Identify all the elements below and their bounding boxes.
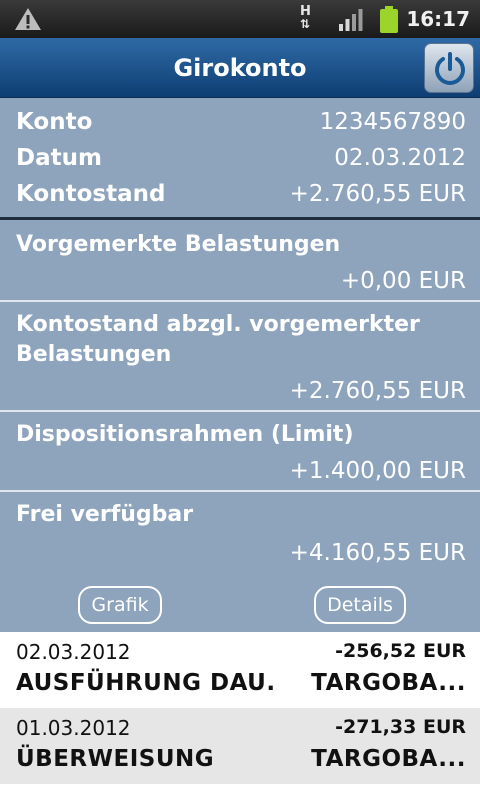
balance-details: Vorgemerkte Belastungen +0,00 EUR Kontos… [0,220,480,632]
pending-charges-label: Vorgemerkte Belastungen [16,232,341,257]
page-title: Girokonto [173,54,307,82]
warning-icon [15,8,41,30]
h-network-icon: H ⇅ [300,4,311,31]
available-section: Frei verfügbar +4.160,55 EUR Grafik Deta… [0,492,480,632]
pending-charges-section: Vorgemerkte Belastungen +0,00 EUR [0,220,480,302]
available-value: +4.160,55 EUR [289,540,466,566]
date-row: Datum 02.03.2012 [0,140,480,176]
balance-minus-pending-label-2: Belastungen [16,342,172,367]
balance-label: Kontostand [16,181,166,207]
signal-icon [339,9,363,31]
balance-minus-pending-label-1: Kontostand abzgl. vorgemerkter [16,312,420,337]
balance-value: +2.760,55 EUR [289,181,466,207]
transaction-row[interactable]: 02.03.2012 -256,52 EUR AUSFÜHRUNG DAU. T… [0,632,480,708]
credit-limit-label: Dispositionsrahmen (Limit) [16,422,354,447]
date-value: 02.03.2012 [334,145,466,171]
transaction-amount: -271,33 EUR [335,716,466,738]
transaction-type: AUSFÜHRUNG DAU. [16,670,276,696]
transaction-amount: -256,52 EUR [335,640,466,662]
transaction-row-partial[interactable] [0,784,480,800]
credit-limit-section: Dispositionsrahmen (Limit) +1.400,00 EUR [0,412,480,492]
battery-icon [380,6,398,33]
status-bar: H ⇅ 16:17 [0,0,480,38]
available-label: Frei verfügbar [16,502,194,527]
account-number-label: Konto [16,109,93,135]
transaction-date: 02.03.2012 [16,640,131,664]
transaction-row[interactable]: 01.03.2012 -271,33 EUR ÜBERWEISUNG TARGO… [0,708,480,784]
app-header: Girokonto [0,38,480,98]
transaction-partner: TARGOBA... [311,670,466,696]
power-icon [435,52,465,85]
transaction-type: ÜBERWEISUNG [16,746,215,772]
balance-row: Kontostand +2.760,55 EUR [0,176,480,212]
credit-limit-value: +1.400,00 EUR [289,458,466,484]
transaction-date: 01.03.2012 [16,716,131,740]
account-summary: Konto 1234567890 Datum 02.03.2012 Kontos… [0,98,480,220]
account-number-value: 1234567890 [319,109,466,135]
details-button[interactable]: Details [314,586,406,624]
pending-charges-value: +0,00 EUR [340,268,466,294]
balance-minus-pending-section: Kontostand abzgl. vorgemerkter Belastung… [0,302,480,412]
date-label: Datum [16,145,102,171]
balance-minus-pending-value: +2.760,55 EUR [289,378,466,404]
clock: 16:17 [406,7,470,31]
account-number-row: Konto 1234567890 [0,104,480,140]
grafik-button[interactable]: Grafik [78,586,162,624]
transaction-partner: TARGOBA... [311,746,466,772]
logout-button[interactable] [424,43,474,93]
